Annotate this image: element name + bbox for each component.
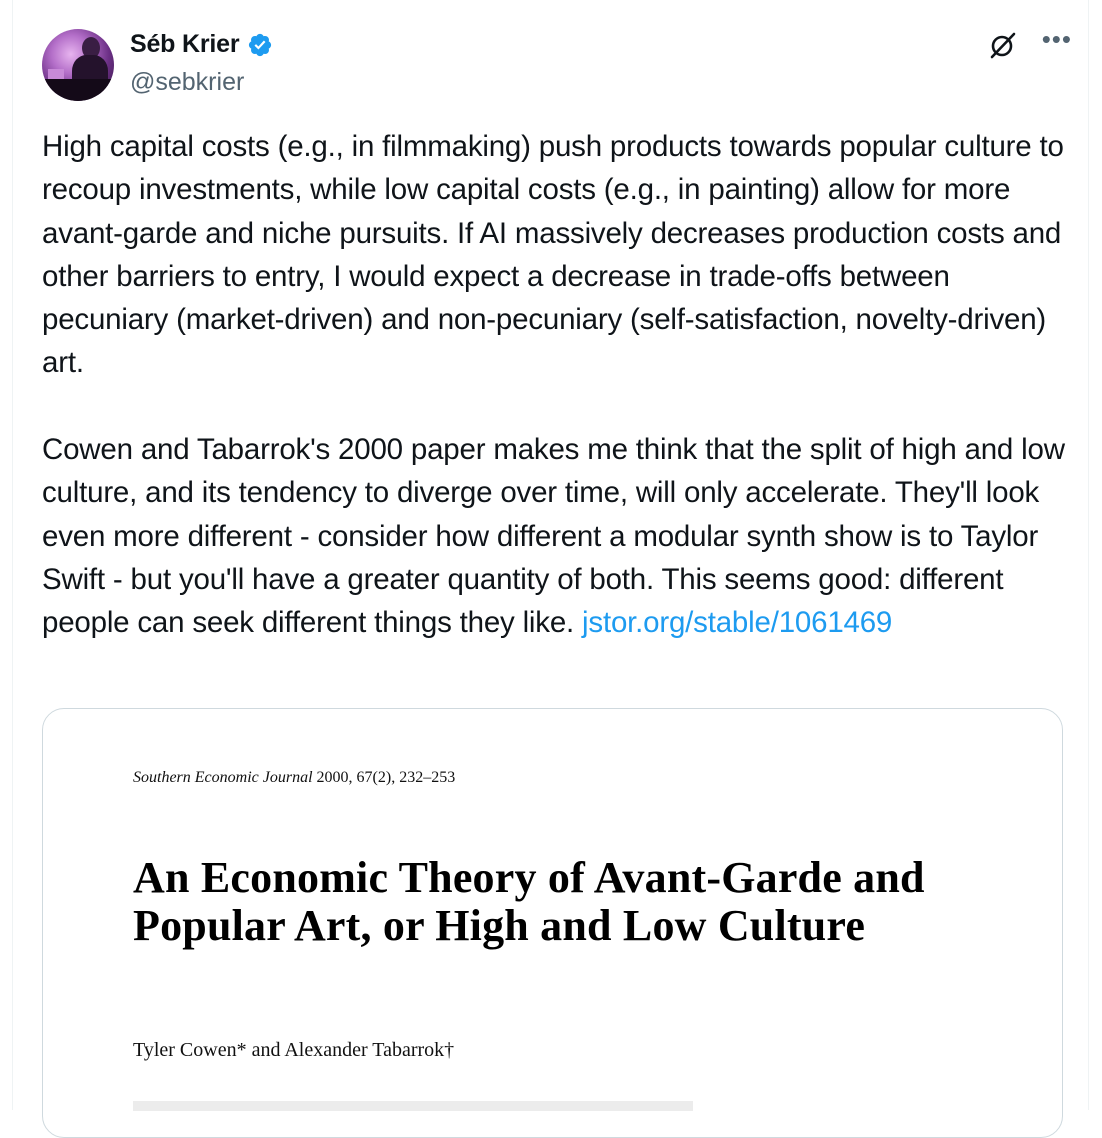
tweet-paragraph-1: High capital costs (e.g., in filmmaking)… [42, 130, 1064, 380]
paper-journal-issue: 2000, 67(2), 232–253 [316, 769, 456, 786]
tweet-body: High capital costs (e.g., in filmmaking)… [42, 125, 1072, 645]
author-avatar[interactable] [42, 29, 114, 101]
avatar-desk [42, 79, 114, 101]
paper-title: An Economic Theory of Avant-Garde and Po… [133, 853, 925, 950]
verified-badge-icon[interactable] [247, 32, 273, 58]
grok-icon[interactable] [988, 30, 1018, 60]
paper-authors: Tyler Cowen* and Alexander Tabarrok† [133, 1039, 455, 1061]
author-display-name[interactable]: Séb Krier [130, 30, 240, 59]
author-handle[interactable]: @sebkrier [130, 68, 244, 97]
tweet-paragraph-2: Cowen and Tabarrok's 2000 paper makes me… [42, 428, 1072, 644]
tweet-paragraph-2-text: Cowen and Tabarrok's 2000 paper makes me… [42, 433, 1065, 640]
attached-image-card[interactable]: Southern Economic Journal 2000, 67(2), 2… [42, 708, 1063, 1138]
paper-journal-citation: Southern Economic Journal 2000, 67(2), 2… [133, 769, 455, 787]
author-name-row[interactable]: Séb Krier [130, 30, 273, 59]
tweet-top-actions: ••• [988, 26, 1072, 60]
jstor-link[interactable]: jstor.org/stable/1061469 [582, 606, 892, 639]
paper-journal-name: Southern Economic Journal [133, 769, 313, 786]
avatar-screen [48, 69, 64, 79]
more-options-icon[interactable]: ••• [1042, 26, 1072, 52]
